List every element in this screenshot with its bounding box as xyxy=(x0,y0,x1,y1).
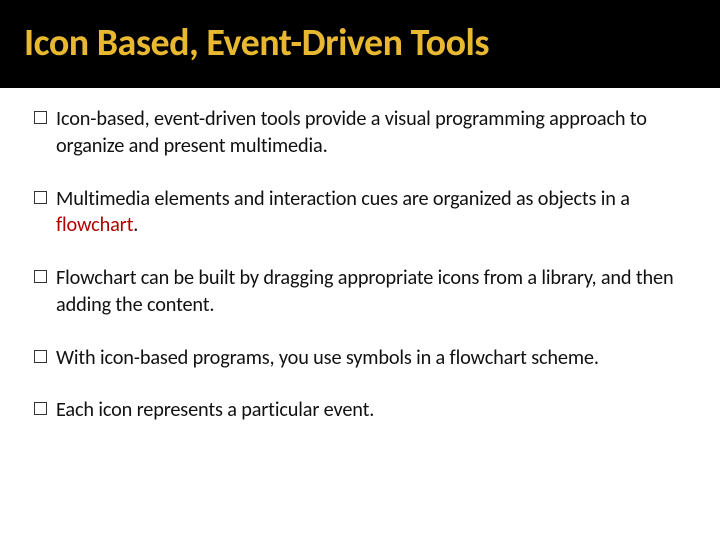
bullet-text-pre: Multimedia elements and interaction cues… xyxy=(56,187,630,211)
bullet-text: With icon-based programs, you use symbol… xyxy=(56,345,686,372)
square-bullet-icon xyxy=(34,191,47,204)
square-bullet-icon xyxy=(34,402,47,415)
bullet-item: Flowchart can be built by dragging appro… xyxy=(34,265,686,319)
bullet-item: Each icon represents a particular event. xyxy=(34,397,686,424)
bullet-text-post: . xyxy=(133,213,138,237)
bullet-item: With icon-based programs, you use symbol… xyxy=(34,345,686,372)
square-bullet-icon xyxy=(34,350,47,363)
bullet-text: Icon-based, event-driven tools provide a… xyxy=(56,106,686,160)
square-bullet-icon xyxy=(34,270,47,283)
highlight-word: flowchart xyxy=(56,213,133,237)
bullet-item: Multimedia elements and interaction cues… xyxy=(34,186,686,240)
bullet-item: Icon-based, event-driven tools provide a… xyxy=(34,106,686,160)
bullet-text: Flowchart can be built by dragging appro… xyxy=(56,265,686,319)
bullet-text: Multimedia elements and interaction cues… xyxy=(56,186,686,240)
slide-title: Icon Based, Event-Driven Tools xyxy=(24,20,696,66)
square-bullet-icon xyxy=(34,111,47,124)
slide-body: Icon-based, event-driven tools provide a… xyxy=(0,88,720,424)
bullet-text: Each icon represents a particular event. xyxy=(56,397,686,424)
title-band: Icon Based, Event-Driven Tools xyxy=(0,0,720,88)
